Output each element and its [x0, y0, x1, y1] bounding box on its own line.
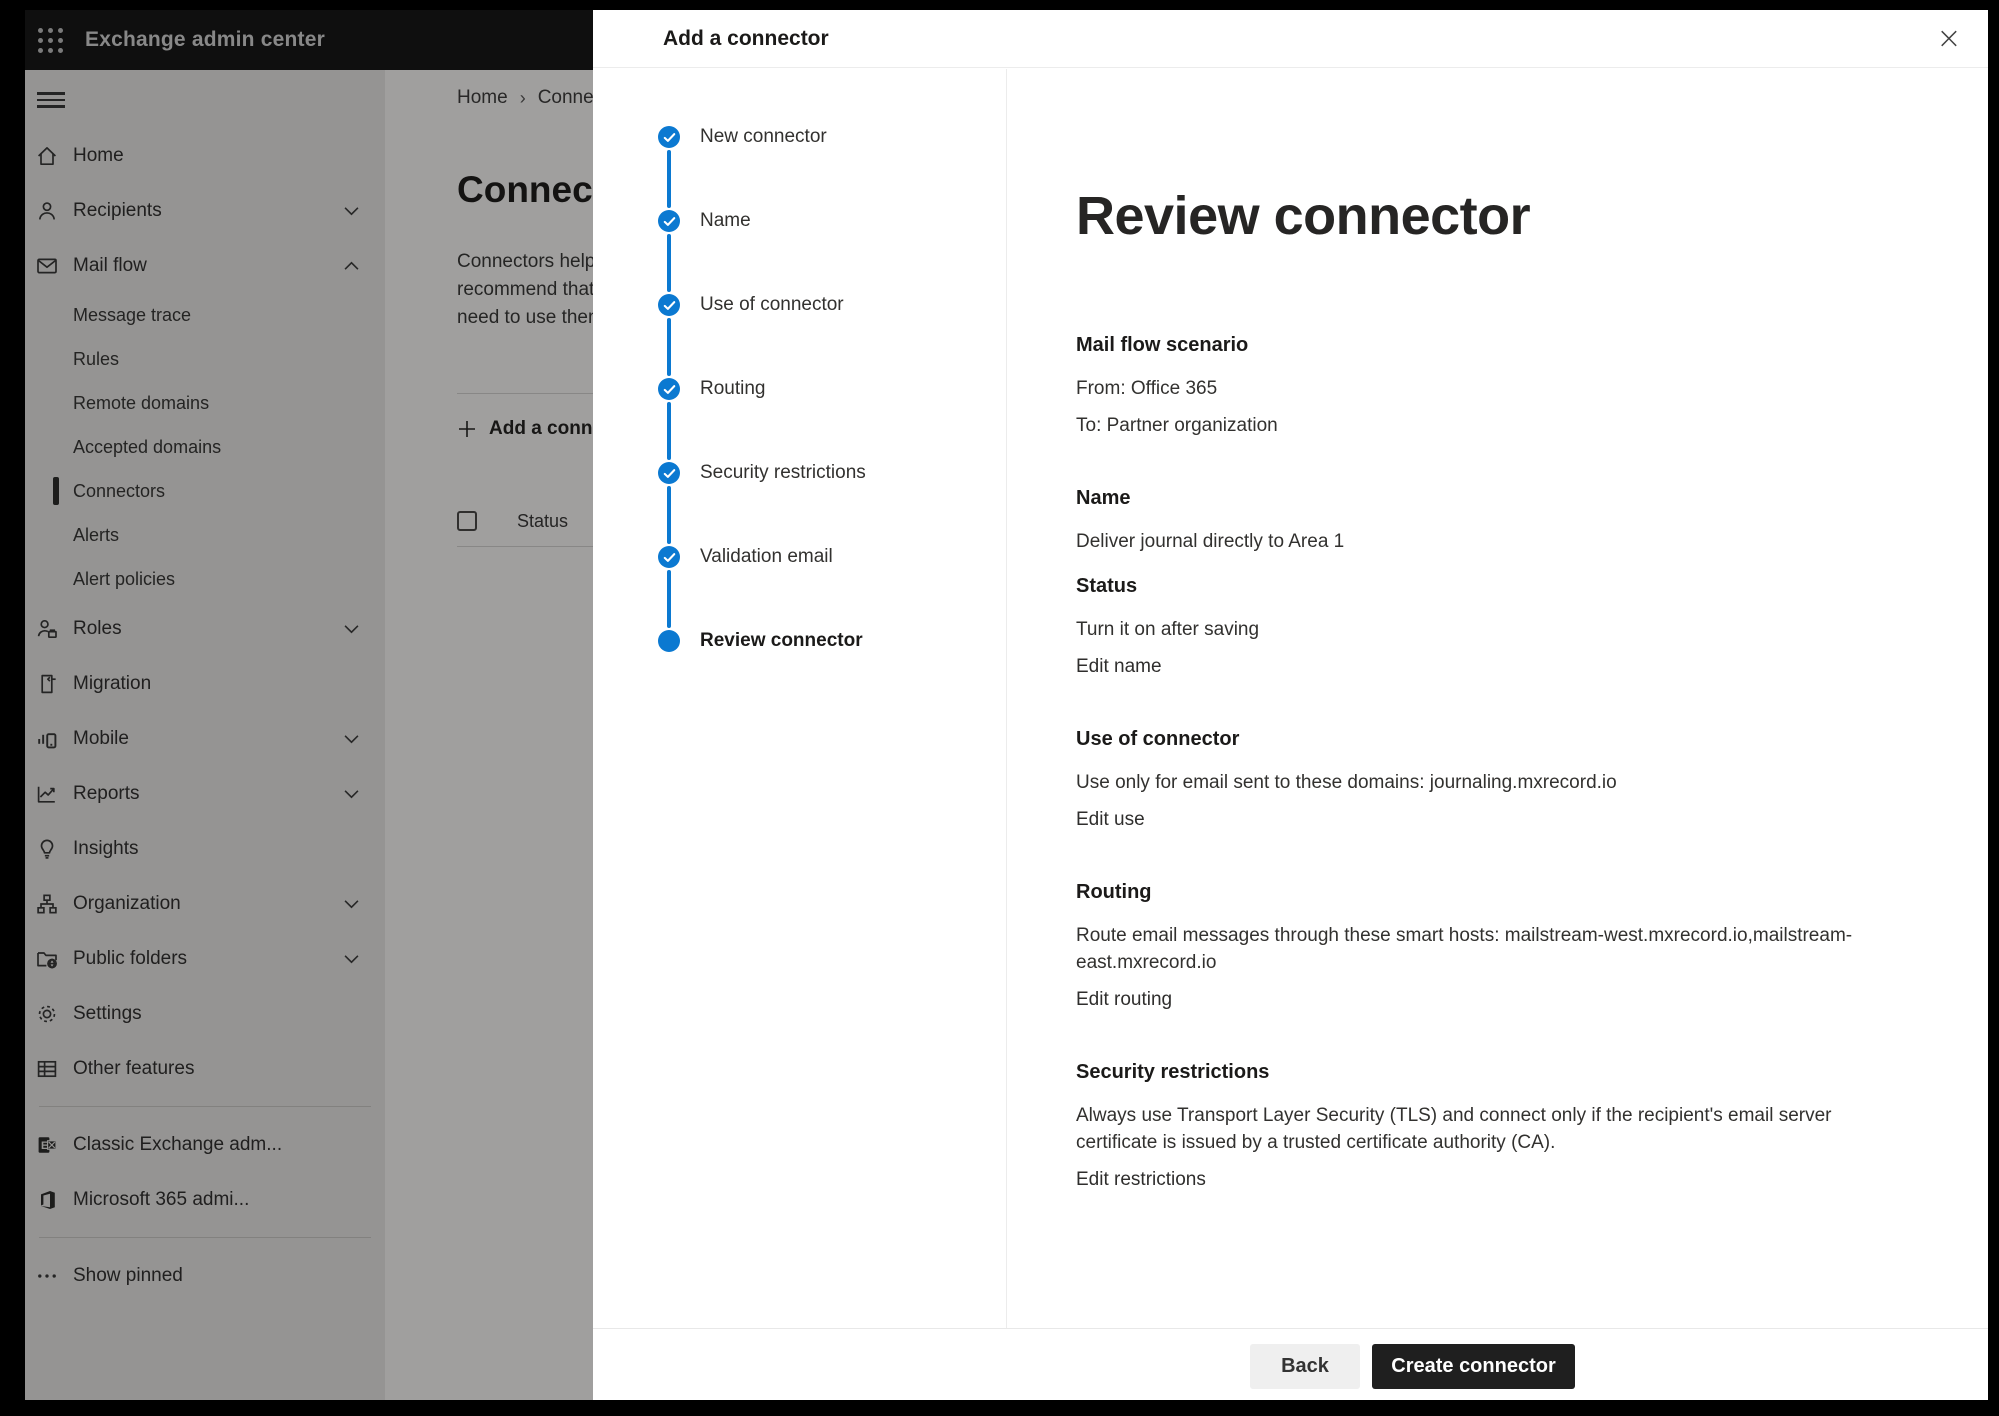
step-completed-icon	[658, 294, 680, 316]
app-window: Exchange admin center Home Recipients	[25, 10, 1988, 1400]
section-name: Name Deliver journal directly to Area 1	[1076, 485, 1896, 555]
section-routing: Routing Route email messages through the…	[1076, 879, 1896, 1013]
step-completed-icon	[658, 462, 680, 484]
add-connector-dialog: Add a connector ×	[593, 10, 1988, 1400]
create-connector-button[interactable]: Create connector	[1372, 1344, 1575, 1389]
step-review-connector[interactable]: Review connector	[593, 630, 863, 652]
edit-routing-link[interactable]: Edit routing	[1076, 986, 1172, 1013]
step-name[interactable]: Name	[593, 210, 751, 232]
stepper-line	[667, 402, 671, 460]
dialog-body: New connector Name Use of connector	[593, 69, 1988, 1328]
section-mail-flow-scenario: Mail flow scenario From: Office 365 To: …	[1076, 332, 1896, 439]
section-status: Status Turn it on after saving Edit name	[1076, 573, 1896, 680]
back-button[interactable]: Back	[1250, 1344, 1360, 1389]
edit-restrictions-link[interactable]: Edit restrictions	[1076, 1166, 1206, 1193]
step-use-of-connector[interactable]: Use of connector	[593, 294, 844, 316]
section-security-restrictions: Security restrictions Always use Transpo…	[1076, 1059, 1896, 1193]
step-routing[interactable]: Routing	[593, 378, 766, 400]
close-button[interactable]: ×	[1928, 18, 1970, 60]
review-pane: Review connector Mail flow scenario From…	[1076, 69, 1896, 1328]
dialog-title: Add a connector	[663, 27, 829, 51]
step-current-icon	[658, 630, 680, 652]
step-security-restrictions[interactable]: Security restrictions	[593, 462, 866, 484]
edit-name-link[interactable]: Edit name	[1076, 653, 1162, 680]
stepper-line	[667, 318, 671, 376]
edit-use-link[interactable]: Edit use	[1076, 806, 1145, 833]
step-new-connector[interactable]: New connector	[593, 126, 827, 148]
step-completed-icon	[658, 126, 680, 148]
stepper-line	[667, 150, 671, 208]
dialog-header: Add a connector ×	[593, 10, 1988, 68]
screenshot-stage: Exchange admin center Home Recipients	[0, 0, 1999, 1416]
review-title: Review connector	[1076, 69, 1896, 246]
wizard-stepper: New connector Name Use of connector	[593, 69, 1007, 1328]
stepper-line	[667, 234, 671, 292]
close-icon: ×	[1936, 21, 1961, 56]
step-completed-icon	[658, 378, 680, 400]
dialog-footer: Back Create connector	[593, 1328, 1988, 1400]
stepper-line	[667, 570, 671, 628]
stepper-line	[667, 486, 671, 544]
step-completed-icon	[658, 546, 680, 568]
step-completed-icon	[658, 210, 680, 232]
step-validation-email[interactable]: Validation email	[593, 546, 833, 568]
section-use-of-connector: Use of connector Use only for email sent…	[1076, 726, 1896, 833]
